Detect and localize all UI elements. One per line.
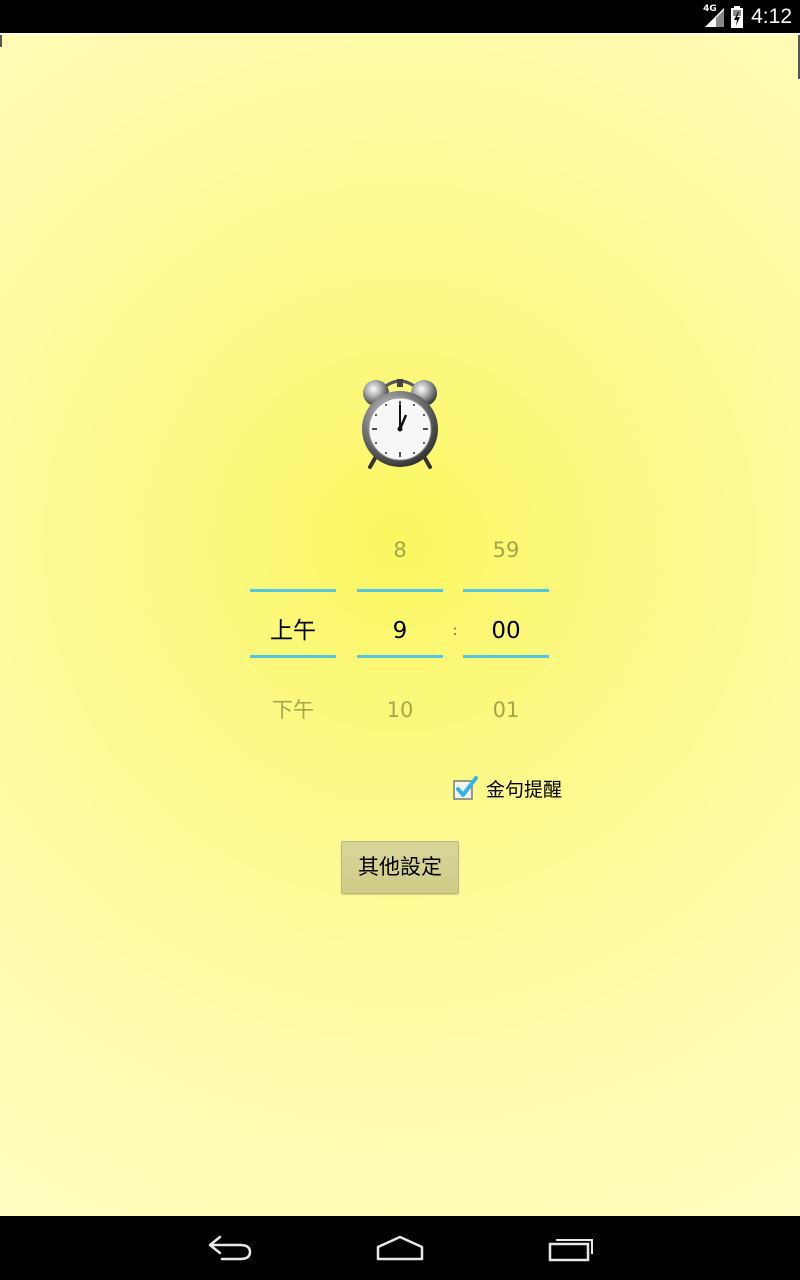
minute-current-value[interactable]: 00: [463, 611, 549, 651]
home-icon: [376, 1235, 424, 1261]
app-content: 上午 下午 8 9 10 : 59 00 01 金句提醒 其他設定: [0, 33, 800, 1216]
battery-icon: [731, 5, 744, 28]
ampm-current-value[interactable]: 上午: [250, 611, 336, 651]
status-bar: 4G 4:12: [0, 0, 800, 33]
status-icons: 4G 4:12: [703, 0, 792, 33]
hour-picker[interactable]: 8 9 10: [357, 510, 443, 750]
network-type-label: 4G: [703, 3, 717, 14]
minute-next-value[interactable]: 01: [463, 690, 549, 730]
picker-divider-top: [463, 589, 549, 592]
hour-prev-value[interactable]: 8: [357, 530, 443, 570]
back-icon: [208, 1235, 252, 1261]
minute-prev-value[interactable]: 59: [463, 530, 549, 570]
picker-divider-top: [250, 589, 336, 592]
scroll-edge-left: [0, 35, 2, 47]
top-edge: [0, 33, 800, 36]
hour-current-value[interactable]: 9: [357, 611, 443, 651]
signal-icon: 4G: [703, 3, 725, 28]
ampm-prev-value[interactable]: [250, 530, 336, 570]
other-settings-button[interactable]: 其他設定: [341, 841, 459, 894]
screen: 4G 4:12 上午 下午 8 9 10: 59 00 01 金句提醒 其他設…: [0, 0, 800, 1280]
recents-button[interactable]: [521, 1216, 621, 1280]
back-button[interactable]: [180, 1216, 280, 1280]
home-button[interactable]: [350, 1216, 450, 1280]
status-clock: 4:12: [751, 4, 792, 28]
navigation-bar: [0, 1216, 800, 1280]
recents-icon: [548, 1239, 593, 1262]
picker-divider-bottom: [463, 655, 549, 658]
picker-divider-bottom: [250, 655, 336, 658]
picker-divider-top: [357, 589, 443, 592]
ampm-next-value[interactable]: 下午: [250, 690, 336, 730]
quote-reminder-label: 金句提醒: [486, 778, 563, 801]
quote-reminder-checkbox[interactable]: [452, 775, 478, 801]
quote-reminder-checkbox-row[interactable]: 金句提醒: [452, 771, 562, 805]
ampm-picker[interactable]: 上午 下午: [250, 510, 336, 750]
time-separator: :: [452, 623, 458, 639]
picker-divider-bottom: [357, 655, 443, 658]
minute-picker[interactable]: 59 00 01: [463, 510, 549, 750]
alarm-clock-icon: [362, 379, 438, 469]
hour-next-value[interactable]: 10: [357, 690, 443, 730]
